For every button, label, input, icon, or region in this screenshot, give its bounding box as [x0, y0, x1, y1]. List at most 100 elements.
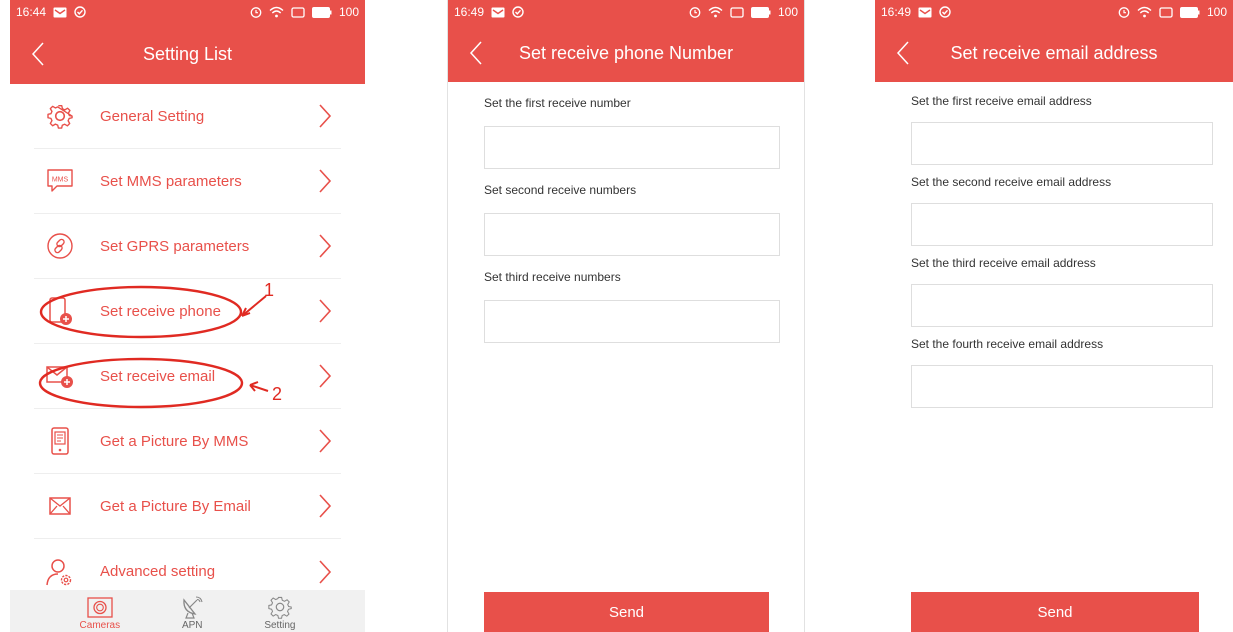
check-circle-icon	[939, 6, 951, 18]
receive-phone-screen: 16:49 100 Set receive phone Number Set t…	[447, 0, 805, 632]
battery-icon	[1179, 6, 1200, 18]
send-button[interactable]: Send	[911, 592, 1199, 632]
receive-email-form: Set the first receive email address Set …	[875, 94, 1233, 408]
message-icon	[491, 7, 505, 18]
link-icon	[36, 232, 84, 260]
settings-item-label: Get a Picture By Email	[100, 497, 251, 515]
status-bar: 16:49 100	[875, 0, 1233, 24]
page-title: Set receive email address	[950, 42, 1158, 63]
wifi-icon	[269, 6, 284, 18]
settings-item-mms[interactable]: MMS Set MMS parameters	[34, 149, 341, 214]
tab-cameras[interactable]: Cameras	[79, 594, 121, 631]
screen-icon	[730, 6, 744, 18]
tab-setting[interactable]: Setting	[264, 594, 295, 631]
check-circle-icon	[512, 6, 524, 18]
chevron-right-icon	[313, 559, 337, 585]
chevron-right-icon	[313, 168, 337, 194]
tab-label: Cameras	[79, 620, 121, 631]
alarm-icon	[250, 6, 262, 18]
settings-item-label: Advanced setting	[100, 563, 216, 580]
svg-text:MMS: MMS	[52, 177, 69, 184]
screen-icon	[1159, 6, 1173, 18]
chevron-right-icon	[313, 103, 337, 129]
envelope-icon	[36, 495, 84, 517]
settings-item-label: General Setting	[100, 107, 205, 125]
gear-icon	[36, 102, 84, 130]
status-bar: 16:44 100	[10, 0, 365, 24]
battery-level: 100	[777, 5, 798, 19]
wifi-icon	[708, 6, 723, 18]
battery-icon	[311, 6, 332, 18]
title-bar: Set receive phone Number	[448, 24, 804, 82]
mms-icon: MMS	[36, 167, 84, 195]
first-receive-email-input[interactable]	[911, 122, 1213, 165]
status-time: 16:49	[454, 5, 485, 19]
gear-icon	[267, 594, 293, 620]
receive-phone-form: Set the first receive number Set second …	[448, 96, 804, 343]
wifi-icon	[1137, 6, 1152, 18]
user-gear-icon	[36, 557, 84, 587]
check-circle-icon	[74, 6, 86, 18]
chevron-right-icon	[313, 363, 337, 389]
third-receive-email-input[interactable]	[911, 284, 1213, 327]
back-button[interactable]	[28, 39, 48, 69]
settings-item-general[interactable]: General Setting	[34, 84, 341, 149]
message-icon	[918, 7, 932, 18]
settings-item-label: Set receive phone	[100, 302, 221, 320]
chevron-right-icon	[313, 493, 337, 519]
settings-item-gprs[interactable]: Set GPRS parameters	[34, 214, 341, 279]
phone-document-icon	[36, 426, 84, 456]
add-phone-icon	[36, 296, 84, 326]
chevron-right-icon	[313, 298, 337, 324]
screen-icon	[291, 6, 305, 18]
status-bar: 16:49 100	[448, 0, 804, 24]
settings-item-label: Set MMS parameters	[100, 172, 242, 190]
field-label: Set the second receive email address	[911, 175, 1112, 189]
title-bar: Set receive email address	[875, 24, 1233, 82]
back-button[interactable]	[466, 38, 486, 68]
settings-list: General Setting MMS Set MMS parameters S…	[10, 84, 365, 604]
camera-icon	[85, 594, 115, 620]
status-time: 16:44	[16, 5, 47, 19]
add-email-icon	[36, 363, 84, 389]
satellite-dish-icon	[179, 594, 205, 620]
settings-item-label: Set receive email	[100, 367, 216, 385]
tab-apn[interactable]: APN	[179, 594, 205, 631]
status-time: 16:49	[881, 5, 912, 19]
battery-level: 100	[1206, 5, 1227, 19]
second-receive-number-input[interactable]	[484, 213, 780, 256]
bottom-tab-bar: Cameras APN Setting	[10, 590, 365, 632]
page-title: Setting List	[142, 43, 233, 64]
field-label: Set the first receive email address	[911, 94, 1092, 108]
tab-label: Setting	[264, 620, 296, 631]
first-receive-number-input[interactable]	[484, 126, 780, 169]
field-label: Set the first receive number	[484, 96, 631, 110]
message-icon	[53, 7, 67, 18]
chevron-right-icon	[313, 233, 337, 259]
battery-level: 100	[338, 5, 359, 19]
alarm-icon	[689, 6, 701, 18]
settings-item-label: Get a Picture By MMS	[100, 432, 249, 450]
page-title: Set receive phone Number	[518, 42, 734, 63]
third-receive-number-input[interactable]	[484, 300, 780, 343]
battery-icon	[750, 6, 771, 18]
receive-email-screen: 16:49 100 Set receive email address Set …	[875, 0, 1233, 632]
settings-item-receive-email[interactable]: Set receive email	[34, 344, 341, 409]
second-receive-email-input[interactable]	[911, 203, 1213, 246]
alarm-icon	[1118, 6, 1130, 18]
tab-label: APN	[181, 620, 203, 631]
setting-list-screen: 16:44 100 Setting List General Setting M…	[10, 0, 365, 632]
settings-item-receive-phone[interactable]: Set receive phone	[34, 279, 341, 344]
chevron-right-icon	[313, 428, 337, 454]
settings-item-label: Set GPRS parameters	[100, 237, 250, 255]
settings-item-picture-email[interactable]: Get a Picture By Email	[34, 474, 341, 539]
settings-item-picture-mms[interactable]: Get a Picture By MMS	[34, 409, 341, 474]
title-bar: Setting List	[10, 24, 365, 84]
fourth-receive-email-input[interactable]	[911, 365, 1213, 408]
field-label: Set the third receive email address	[911, 256, 1096, 270]
field-label: Set the fourth receive email address	[911, 337, 1104, 351]
back-button[interactable]	[893, 38, 913, 68]
send-button[interactable]: Send	[484, 592, 769, 632]
field-label: Set third receive numbers	[484, 270, 621, 284]
field-label: Set second receive numbers	[484, 183, 637, 197]
